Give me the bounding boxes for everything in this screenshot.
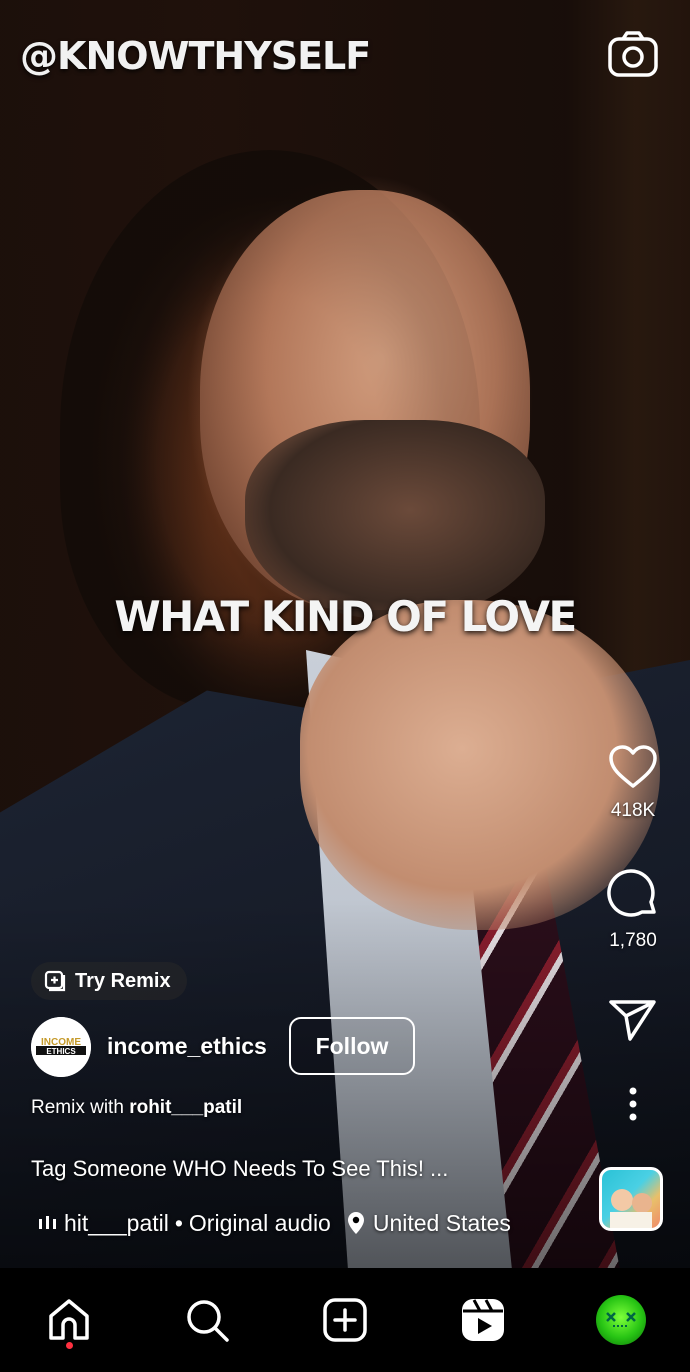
author-avatar[interactable]: INCOME ETHICS xyxy=(31,1017,91,1077)
video-subject-beard xyxy=(245,420,545,620)
audio-user: hit___patil xyxy=(64,1209,169,1236)
heart-icon[interactable] xyxy=(607,744,659,790)
bottom-navigation xyxy=(0,1268,690,1372)
post-description[interactable]: Tag Someone WHO Needs To See This! ... xyxy=(31,1156,448,1182)
location-pin-icon xyxy=(347,1212,364,1234)
profile-avatar-face xyxy=(606,1312,636,1327)
send-icon[interactable] xyxy=(608,997,658,1043)
nav-home[interactable] xyxy=(39,1290,99,1350)
like-action[interactable]: 418K xyxy=(593,744,673,822)
share-action[interactable] xyxy=(593,997,673,1043)
like-count: 418K xyxy=(610,800,656,821)
location-tag[interactable]: United States xyxy=(347,1210,511,1237)
try-remix-chip[interactable]: Try Remix xyxy=(31,962,187,1000)
audio-bars-icon xyxy=(39,1216,56,1229)
video-watermark: @KNOWTHYSELF xyxy=(20,34,371,78)
audio-thumbnail[interactable] xyxy=(599,1167,663,1231)
location-label: United States xyxy=(372,1209,511,1236)
audio-label: Original audio xyxy=(188,1209,331,1236)
try-remix-label: Try Remix xyxy=(75,969,171,992)
remix-user[interactable]: rohit___patil xyxy=(129,1097,242,1118)
remix-attribution[interactable]: Remix with rohit___patil xyxy=(31,1097,242,1119)
camera-icon xyxy=(608,31,658,77)
audio-separator: • xyxy=(174,1209,183,1236)
nav-search[interactable] xyxy=(177,1290,237,1350)
author-avatar-logo: INCOME ETHICS xyxy=(31,1017,91,1077)
comment-icon[interactable] xyxy=(606,868,660,920)
plus-square-icon xyxy=(323,1298,367,1342)
audio-thumbnail-image xyxy=(610,1189,652,1228)
home-icon xyxy=(49,1299,89,1340)
svg-text:ETHICS: ETHICS xyxy=(46,1047,76,1056)
search-icon xyxy=(187,1300,229,1342)
remix-icon xyxy=(44,970,66,992)
remix-prefix: Remix with xyxy=(31,1097,130,1118)
author-username[interactable]: income_ethics xyxy=(107,1033,267,1060)
nav-profile[interactable] xyxy=(591,1290,651,1350)
comment-action[interactable]: 1,780 xyxy=(593,868,673,952)
nav-create[interactable] xyxy=(315,1290,375,1350)
camera-button[interactable] xyxy=(607,30,659,78)
video-caption: WHAT KIND OF LOVE xyxy=(114,592,577,641)
reels-icon xyxy=(462,1299,504,1341)
home-notification-dot xyxy=(66,1342,73,1349)
nav-reels[interactable] xyxy=(453,1290,513,1350)
follow-button[interactable]: Follow xyxy=(289,1017,415,1075)
more-options-button[interactable] xyxy=(593,1087,673,1121)
profile-avatar xyxy=(596,1295,646,1345)
audio-row[interactable]: hit___patil • Original audio United Stat… xyxy=(38,1208,511,1238)
comment-count: 1,780 xyxy=(609,930,657,951)
more-vertical-icon[interactable] xyxy=(628,1087,638,1121)
